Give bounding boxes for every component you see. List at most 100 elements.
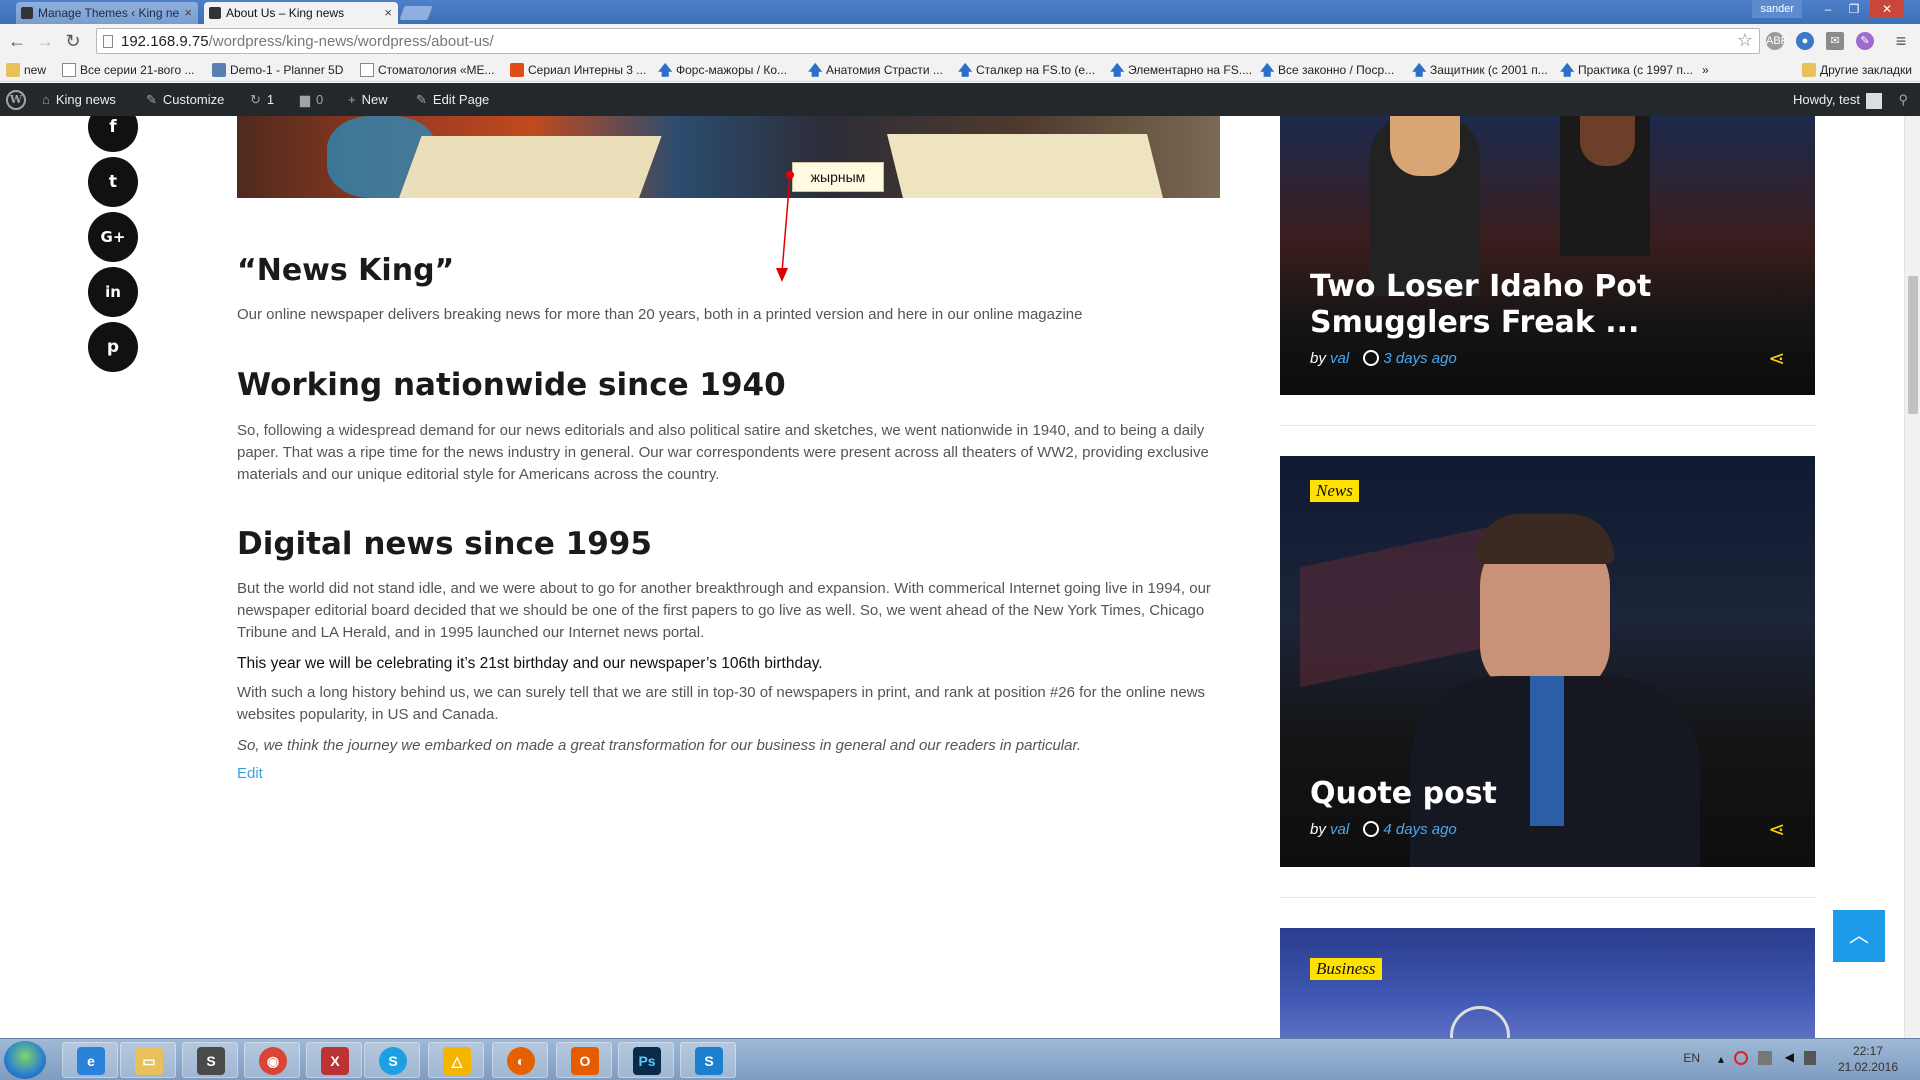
sidebar-post-card[interactable]: News Quote post by val 4 days ago ⋖	[1280, 456, 1815, 867]
share-icon[interactable]: ⋖	[1768, 346, 1785, 371]
divider	[1280, 897, 1815, 898]
bookmark-star-icon[interactable]: ☆	[1737, 30, 1753, 51]
back-arrow-icon[interactable]: ←	[6, 30, 28, 52]
bookmark-item[interactable]: 🡅 Анатомия Страсти ...	[806, 61, 943, 79]
taskbar-skype-app[interactable]: S	[680, 1042, 736, 1078]
taskbar-explorer[interactable]: ▭	[120, 1042, 176, 1078]
power-icon[interactable]	[1804, 1051, 1816, 1065]
share-icon[interactable]: ⋖	[1768, 817, 1785, 842]
volume-icon[interactable]: ◀	[1785, 1050, 1794, 1064]
edit-page-link[interactable]: ✎ Edit Page	[416, 83, 489, 116]
tab-about-us[interactable]: About Us – King news ×	[204, 2, 398, 24]
mail-icon[interactable]: ✉	[1826, 32, 1844, 50]
bookmark-item[interactable]: 🡅 Форс-мажоры / Ко...	[656, 61, 787, 79]
other-bookmarks-folder[interactable]: Другие закладки	[1800, 61, 1912, 79]
close-tab-icon[interactable]: ×	[384, 2, 392, 24]
close-window-icon[interactable]: ✕	[1870, 0, 1904, 18]
author-link[interactable]: val	[1330, 821, 1349, 838]
wordpress-logo-icon[interactable]: W	[6, 90, 26, 110]
bookmark-item[interactable]: Стоматология «МЕ...	[358, 61, 495, 79]
taskbar-firefox[interactable]: ◐	[492, 1042, 548, 1078]
sidebar-post-card[interactable]: Business	[1280, 928, 1815, 1038]
bookmark-item[interactable]: 🡅 Сталкер на FS.to (e...	[956, 61, 1095, 79]
site-name-link[interactable]: ⌂ King news	[42, 83, 116, 116]
search-icon[interactable]: ⚲	[1898, 83, 1908, 116]
ie-icon: e	[77, 1047, 105, 1075]
system-clock[interactable]: 22:17 21.02.2016	[1838, 1043, 1898, 1075]
forward-arrow-icon[interactable]: →	[34, 30, 56, 52]
comments-link[interactable]: ▆ 0	[300, 83, 323, 116]
customize-link[interactable]: ✎ Customize	[146, 83, 224, 116]
network-icon[interactable]	[1758, 1051, 1772, 1065]
url-text[interactable]: 192.168.9.75/wordpress/king-news/wordpre…	[121, 33, 494, 50]
planner-icon	[212, 63, 226, 77]
category-badge[interactable]: Business	[1310, 958, 1382, 980]
page-scrollbar[interactable]	[1904, 116, 1920, 1038]
facebook-share-icon[interactable]: f	[88, 116, 138, 152]
taskbar-skype[interactable]: S	[364, 1042, 420, 1078]
new-tab-button[interactable]	[399, 6, 433, 20]
scrollbar-thumb[interactable]	[1908, 276, 1918, 414]
post-date-link[interactable]: 4 days ago	[1383, 821, 1456, 838]
bookmark-item[interactable]: 🡅 Элементарно на FS....	[1108, 61, 1252, 79]
bookmark-item[interactable]: Сериал Интерны 3 ...	[508, 61, 646, 79]
minimize-icon[interactable]: –	[1816, 0, 1840, 18]
reload-icon[interactable]: ↻	[62, 30, 84, 52]
menu-icon[interactable]: ≡	[1890, 30, 1912, 52]
close-tab-icon[interactable]: ×	[184, 2, 192, 24]
tab-title: Manage Themes ‹ King ne	[38, 6, 180, 20]
window-user-badge[interactable]: sander	[1752, 0, 1802, 18]
globe-extension-icon[interactable]: ●	[1796, 32, 1814, 50]
language-indicator[interactable]: EN	[1683, 1051, 1700, 1065]
taskbar-google-drive[interactable]: △	[428, 1042, 484, 1078]
sidebar-post-card[interactable]: Two Loser Idaho Pot Smugglers Freak ... …	[1280, 116, 1815, 395]
taskbar-chrome[interactable]: ◉	[244, 1042, 300, 1078]
bookmarks-overflow-chevron[interactable]: »	[1702, 61, 1709, 79]
bookmark-item[interactable]: Demo-1 - Planner 5D	[210, 61, 343, 79]
new-content-link[interactable]: + New	[348, 83, 388, 116]
bookmark-item[interactable]: 🡅 Практика (с 1997 п...	[1558, 61, 1693, 79]
restore-icon[interactable]: ❐	[1842, 0, 1866, 18]
pencil-icon: ✎	[416, 92, 427, 107]
post-title[interactable]: Quote post	[1310, 776, 1790, 812]
bookmark-item[interactable]: 🡅 Все законно / Поср...	[1258, 61, 1394, 79]
taskbar-photoshop[interactable]: Ps	[618, 1042, 674, 1078]
address-bar[interactable]: 192.168.9.75/wordpress/king-news/wordpre…	[96, 28, 1760, 54]
pen-extension-icon[interactable]: ✎	[1856, 32, 1874, 50]
author-link[interactable]: val	[1330, 350, 1349, 367]
adblock-icon[interactable]: ABP	[1766, 32, 1788, 50]
paragraph-1995: But the world did not stand idle, and we…	[237, 580, 1211, 641]
avatar	[1866, 92, 1882, 109]
taskbar-office[interactable]: O	[556, 1042, 612, 1078]
post-date-link[interactable]: 3 days ago	[1383, 350, 1456, 367]
tray-expand-icon[interactable]: ▴	[1718, 1052, 1724, 1066]
featured-image	[237, 116, 1220, 198]
divider	[1280, 425, 1815, 426]
back-to-top-button[interactable]: ︿	[1833, 910, 1885, 962]
opera-tray-icon[interactable]	[1734, 1051, 1748, 1065]
section-heading-1940: Working nationwide since 1940	[237, 367, 786, 403]
bookmark-item[interactable]: Все серии 21-вого ...	[60, 61, 194, 79]
start-button[interactable]	[4, 1041, 46, 1079]
twitter-share-icon[interactable]: t	[88, 157, 138, 207]
post-title[interactable]: Two Loser Idaho Pot Smugglers Freak ...	[1310, 269, 1790, 341]
firefox-icon: ◐	[507, 1047, 535, 1075]
taskbar-xcv[interactable]: X	[306, 1042, 362, 1078]
edit-link[interactable]: Edit	[237, 765, 263, 782]
brush-icon: ✎	[146, 92, 157, 107]
taskbar-internet-explorer[interactable]: e	[62, 1042, 118, 1078]
google-plus-share-icon[interactable]: G+	[88, 212, 138, 262]
linkedin-share-icon[interactable]: in	[88, 267, 138, 317]
clock-icon	[1363, 350, 1380, 366]
page-icon	[103, 35, 113, 48]
post-meta: by val 4 days ago	[1310, 821, 1457, 838]
howdy-user-menu[interactable]: Howdy, test	[1793, 83, 1882, 116]
updates-link[interactable]: ↻ 1	[250, 83, 274, 116]
category-badge[interactable]: News	[1310, 480, 1359, 502]
bookmark-item[interactable]: 🡅 Защитник (с 2001 п...	[1410, 61, 1548, 79]
bookmark-folder-new[interactable]: new	[4, 61, 46, 79]
pinterest-share-icon[interactable]: p	[88, 322, 138, 372]
taskbar-sublime[interactable]: S	[182, 1042, 238, 1078]
tab-manage-themes[interactable]: Manage Themes ‹ King ne ×	[16, 2, 198, 24]
folder-icon	[6, 63, 20, 77]
